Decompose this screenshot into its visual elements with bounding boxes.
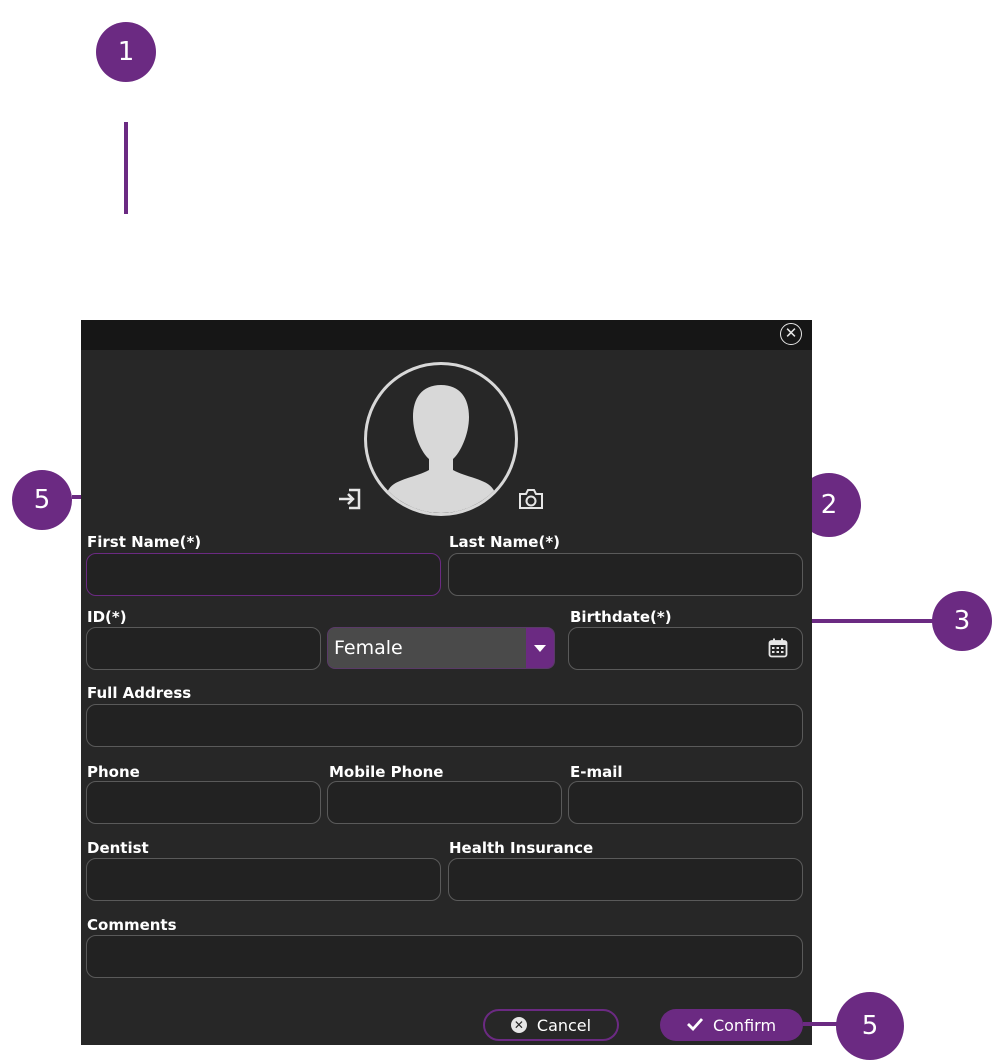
avatar-placeholder[interactable] [364, 362, 518, 516]
gender-select[interactable]: Female [327, 627, 555, 669]
health-insurance-input[interactable] [448, 858, 803, 901]
cancel-button-label: Cancel [536, 1015, 592, 1035]
confirm-button-label: Confirm [712, 1015, 777, 1035]
last-name-input[interactable] [448, 553, 803, 596]
check-icon [686, 1016, 704, 1035]
mobile-phone-input[interactable] [327, 781, 562, 824]
camera-icon[interactable] [516, 484, 546, 514]
person-silhouette-icon [381, 385, 501, 513]
gender-select-value: Female [334, 637, 403, 659]
comments-input[interactable] [86, 935, 803, 978]
callout-5-left: 5 [12, 470, 72, 530]
last-name-label: Last Name(*) [449, 533, 561, 551]
calendar-icon[interactable] [768, 638, 788, 662]
dentist-input[interactable] [86, 858, 441, 901]
birthdate-label: Birthdate(*) [570, 608, 672, 626]
first-name-input[interactable] [86, 553, 441, 596]
phone-input[interactable] [86, 781, 321, 824]
first-name-label: First Name(*) [87, 533, 202, 551]
cancel-icon: ✕ [510, 1017, 527, 1033]
id-label: ID(*) [87, 608, 127, 626]
confirm-button[interactable]: Confirm [660, 1009, 803, 1041]
callout-1-line [124, 122, 128, 214]
callout-1: 1 [96, 22, 156, 82]
email-input[interactable] [568, 781, 803, 824]
email-label: E-mail [570, 763, 623, 781]
full-address-input[interactable] [86, 704, 803, 747]
close-icon[interactable]: ✕ [780, 323, 802, 345]
patient-dialog: ✕ First Name(*) Last Name(*) ID(*) Birth… [81, 320, 812, 1045]
comments-label: Comments [87, 916, 177, 934]
birthdate-input[interactable] [568, 627, 803, 670]
id-input[interactable] [86, 627, 321, 670]
mobile-phone-label: Mobile Phone [329, 763, 444, 781]
import-icon[interactable] [335, 484, 365, 514]
dropdown-arrow-icon[interactable] [526, 628, 554, 668]
callout-5-bottom: 5 [836, 992, 904, 1060]
dialog-titlebar: ✕ [81, 320, 812, 350]
health-insurance-label: Health Insurance [449, 839, 594, 857]
dentist-label: Dentist [87, 839, 149, 857]
phone-label: Phone [87, 763, 140, 781]
full-address-label: Full Address [87, 684, 192, 702]
cancel-button[interactable]: ✕ Cancel [483, 1009, 619, 1041]
callout-3: 3 [932, 591, 992, 651]
